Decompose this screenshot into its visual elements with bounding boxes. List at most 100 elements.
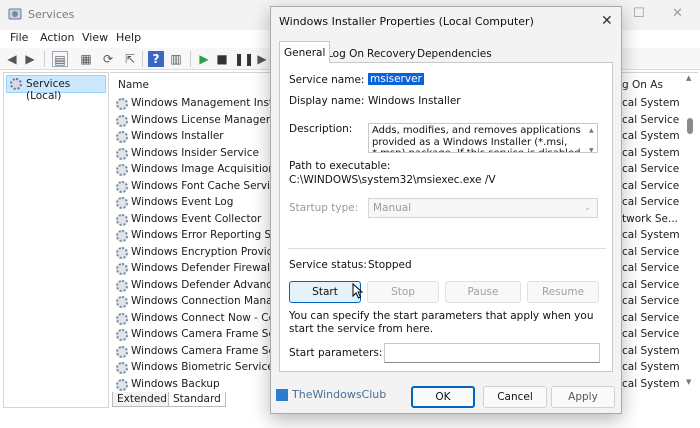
path-label: Path to executable: [289,160,391,172]
back-arrow-icon[interactable]: ◀ [4,51,20,67]
service-name-cell: Windows Defender Firewall [131,262,271,274]
tab-log-on[interactable]: Log On [327,45,364,63]
start-parameters-help: You can specify the start parameters tha… [289,310,594,335]
gear-icon [116,312,128,325]
service-status-value: Stopped [368,259,412,271]
service-name-cell: Windows Defender Advanced T [131,278,271,291]
apply-button[interactable]: Apply [551,386,615,408]
divider [288,248,606,249]
ok-button[interactable]: OK [411,386,475,408]
help-icon[interactable]: ? [148,51,164,67]
description-label: Description: [289,123,353,135]
column-header-logon[interactable]: g On As [622,73,663,97]
list-scrollbar[interactable]: ▲ ▼ [684,72,696,392]
service-status-label: Service status: [289,259,367,271]
pause-service-icon[interactable]: ❚❚ [234,51,254,67]
display-name-value[interactable]: Windows Installer [368,95,461,107]
resume-button[interactable]: Resume [527,281,599,303]
service-name-cell: Windows Font Cache Service [131,179,271,192]
display-name-label: Display name: [289,95,365,107]
service-logon-cell: cal Service [622,163,680,175]
menu-file[interactable]: File [10,31,28,44]
menu-action[interactable]: Action [40,31,74,44]
watermark-logo-icon [276,389,288,401]
tab-recovery[interactable]: Recovery [367,45,416,63]
description-box[interactable]: Adds, modifies, and removes applications… [368,123,598,153]
service-name-cell: Windows Connect Now - Confi [131,311,271,324]
tab-extended[interactable]: Extended [112,392,172,407]
service-logon-cell: cal Service [622,245,680,258]
gear-icon [116,279,128,292]
stop-service-icon[interactable]: ■ [214,51,230,67]
gear-icon [116,329,128,341]
mouse-pointer-icon [352,283,364,299]
service-logon-cell: cal Service [622,278,680,291]
chevron-down-icon: ⌄ [584,203,591,212]
column-header-name[interactable]: Name [118,73,149,97]
forward-arrow-icon[interactable]: ▶ [22,51,38,67]
service-logon-cell: cal Service [622,311,680,324]
service-logon-cell: cal Service [622,113,680,126]
service-name-value[interactable]: msiserver [368,73,424,85]
console-tree: Services (Local) [3,72,109,408]
scroll-up-icon[interactable]: ▲ [686,74,691,82]
menu-view[interactable]: View [82,31,108,44]
stop-button[interactable]: Stop [367,281,439,303]
dialog-title: Windows Installer Properties (Local Comp… [279,15,534,28]
maximize-icon[interactable]: ☐ [633,6,645,21]
scroll-up-icon[interactable]: ▲ [589,125,594,137]
properties-icon[interactable]: ▦ [78,51,94,67]
properties-dialog: Windows Installer Properties (Local Comp… [270,6,622,414]
start-parameters-input[interactable] [384,343,600,363]
service-name-cell: Windows Camera Frame Server [131,344,271,357]
description-text: Adds, modifies, and removes applications… [372,125,584,152]
startup-type-value: Manual [373,202,412,214]
start-button[interactable]: Start [289,281,361,303]
services-window-title: Services [28,8,75,21]
service-name-cell: Windows Encryption Provider H [131,245,271,258]
close-icon[interactable]: ✕ [672,6,683,21]
service-logon-cell: cal System [622,97,680,109]
restart-service-icon[interactable]: ▶ [254,51,270,67]
service-name-cell: Windows Image Acquisition (W [131,163,271,175]
refresh-icon[interactable]: ⟳ [100,51,116,67]
scroll-thumb[interactable] [687,118,693,134]
gear-icon [116,180,128,193]
start-service-icon[interactable]: ▶ [196,51,212,67]
startup-type-select[interactable]: Manual ⌄ [368,198,598,218]
cancel-button[interactable]: Cancel [483,386,547,408]
show-tree-icon[interactable]: ▤ [52,51,68,67]
service-name-cell: Windows Backup [131,377,220,390]
service-name-cell: Windows Biometric Service [131,361,271,373]
description-scrollbar[interactable]: ▲ ▼ [588,125,596,152]
start-parameters-label: Start parameters: [289,347,383,359]
gear-icon [116,197,128,209]
service-name-cell: Windows Insider Service [131,146,259,159]
tab-dependencies[interactable]: Dependencies [417,45,492,63]
close-icon[interactable]: ✕ [601,13,613,29]
menu-help[interactable]: Help [116,31,141,44]
tab-general[interactable]: General [279,41,331,63]
path-value[interactable]: C:\WINDOWS\system32\msiexec.exe /V [289,174,496,186]
scroll-down-icon[interactable]: ▼ [589,145,594,152]
tree-item-services-local[interactable]: Services (Local) [6,75,106,102]
console-icon[interactable]: ▥ [168,51,184,67]
service-logon-cell: cal Service [622,179,680,192]
service-name-cell: Windows Event Collector [131,212,262,225]
gear-icon [116,147,128,160]
gear-icon [116,230,128,242]
gear-icon [116,246,128,259]
tab-standard[interactable]: Standard [168,392,226,407]
service-name-cell: Windows Management Instrum [131,97,271,109]
service-logon-cell: cal Service [622,196,680,208]
pause-button[interactable]: Pause [445,281,521,303]
scroll-down-icon[interactable]: ▼ [686,378,691,386]
service-logon-cell: cal System [622,130,680,142]
service-logon-cell: cal Service [622,328,680,340]
services-app-icon [8,8,22,20]
service-name-cell: Windows Camera Frame Server [131,328,271,340]
service-name-cell: Windows Connection Manager [131,295,271,307]
export-icon[interactable]: ⇱ [122,51,138,67]
service-logon-cell: cal System [622,377,680,390]
gear-icon [116,378,128,391]
